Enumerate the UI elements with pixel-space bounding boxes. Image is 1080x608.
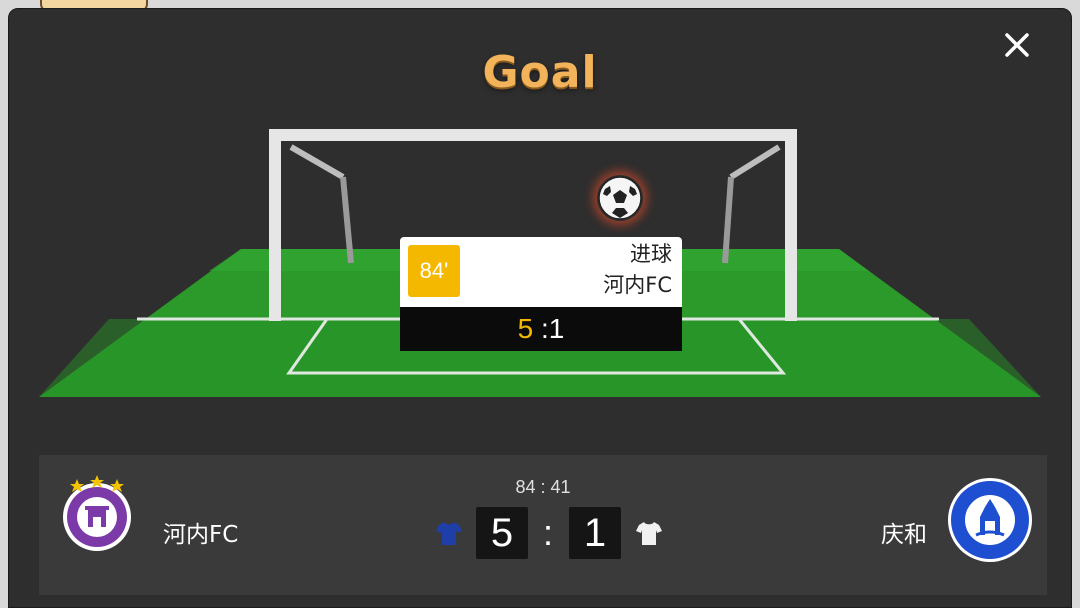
away-score: 1 xyxy=(569,507,621,559)
home-shirt-icon xyxy=(436,522,462,545)
crossbar xyxy=(269,129,797,141)
event-score: 5 :1 xyxy=(400,307,682,351)
match-time: 84 : 41 xyxy=(515,477,571,497)
close-icon xyxy=(1005,33,1029,57)
soccer-ball-icon xyxy=(598,176,642,220)
close-button[interactable] xyxy=(989,17,1045,73)
event-score-home: 5 xyxy=(517,313,534,344)
khanh-hoa-logo xyxy=(948,478,1032,562)
left-post xyxy=(269,129,281,321)
event-score-separator: : xyxy=(533,313,549,344)
goal-event-card: 84' 进球 河内FC 5 :1 xyxy=(400,237,682,351)
goal-event-header: 84' 进球 河内FC xyxy=(400,237,682,307)
score-separator: : xyxy=(542,512,553,553)
modal-title: Goal xyxy=(482,47,598,98)
right-post xyxy=(785,129,797,321)
away-shirt-icon xyxy=(636,522,662,545)
event-minute-badge: 84' xyxy=(408,245,460,297)
event-info: 进球 河内FC xyxy=(603,239,672,301)
home-score: 5 xyxy=(476,507,528,559)
home-team-name: 河内FC xyxy=(163,522,239,548)
scoreboard: 河内FC 84 : 41 5 : 1 庆和 xyxy=(39,455,1047,595)
away-team-name: 庆和 xyxy=(881,522,927,548)
event-team: 河内FC xyxy=(603,273,672,297)
event-score-away: 1 xyxy=(548,313,565,344)
goal-modal: Goal 84' 进球 河内FC 5 :1 河内FC 84: 41 5: 1… xyxy=(8,8,1072,608)
event-type: 进球 xyxy=(630,242,672,266)
